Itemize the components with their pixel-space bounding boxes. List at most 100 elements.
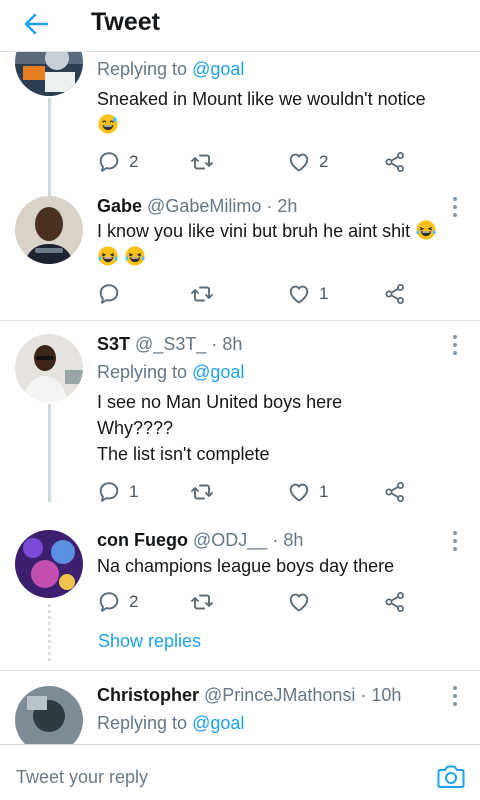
grinning-sweat-emoji	[97, 113, 119, 135]
reply-button[interactable]: 2	[97, 588, 138, 616]
avatar[interactable]	[15, 530, 83, 598]
like-count: 1	[319, 482, 329, 501]
like-button[interactable]: 1	[287, 478, 328, 506]
tweet-header: con Fuego @ODJ__ · 8h	[97, 530, 304, 550]
retweet-icon	[189, 150, 215, 174]
share-icon	[383, 150, 407, 174]
page-title: Tweet	[91, 8, 160, 36]
avatar[interactable]	[15, 196, 83, 264]
mention-link[interactable]: @goal	[192, 362, 244, 382]
author-handle[interactable]: @ODJ__	[193, 530, 267, 550]
more-options-button[interactable]	[448, 529, 462, 553]
reply-bubble-icon	[97, 590, 121, 614]
author-name[interactable]: S3T	[97, 334, 130, 354]
heart-icon	[287, 590, 311, 614]
tweet-header: S3T @_S3T_ · 8h	[97, 334, 243, 354]
retweet-button[interactable]	[189, 588, 215, 616]
tweet-item[interactable]: con Fuego @ODJ__ · 8h Na champions leagu…	[0, 526, 480, 668]
tears-of-joy-emoji	[97, 245, 119, 267]
share-icon	[383, 282, 407, 306]
mention-link[interactable]: @goal	[192, 713, 244, 733]
tweet-text: I know you like vini but bruh he aint sh…	[97, 218, 462, 270]
avatar[interactable]	[15, 52, 83, 96]
top-bar: Tweet	[0, 0, 480, 52]
retweet-icon	[189, 590, 215, 614]
reply-button[interactable]: 1	[97, 478, 138, 506]
author-handle[interactable]: @PrinceJMathonsi	[204, 685, 355, 705]
tweet-item[interactable]: Gabe @GabeMilimo · 2h I know you like vi…	[0, 192, 480, 320]
show-replies-link[interactable]: Show replies	[98, 630, 201, 652]
reply-bubble-icon	[97, 150, 121, 174]
tweet-time: 10h	[371, 685, 402, 705]
retweet-icon	[189, 282, 215, 306]
tweet-actions: 1	[97, 280, 427, 308]
replying-to: Replying to @goal	[97, 59, 245, 79]
more-vertical-icon	[453, 531, 457, 535]
tweet-header: Christopher @PrinceJMathonsi · 10h	[97, 685, 402, 705]
camera-button[interactable]	[436, 763, 466, 791]
more-options-button[interactable]	[448, 684, 462, 708]
like-button[interactable]: 2	[287, 148, 328, 176]
retweet-button[interactable]	[189, 280, 215, 308]
share-icon	[383, 480, 407, 504]
retweet-icon	[189, 480, 215, 504]
like-button[interactable]: 1	[287, 280, 328, 308]
reply-bubble-icon	[97, 480, 121, 504]
tweet-time: 8h	[283, 530, 304, 550]
tweet-item[interactable]: S3T @_S3T_ · 8h Replying to @goal I see …	[0, 328, 480, 506]
author-name[interactable]: con Fuego	[97, 530, 188, 550]
retweet-button[interactable]	[189, 148, 215, 176]
tweet-actions: 2	[97, 588, 427, 616]
tweet-text: Sneaked in Mount like we wouldn't notice	[97, 86, 462, 138]
heart-icon	[287, 480, 311, 504]
author-handle[interactable]: @_S3T_	[135, 334, 206, 354]
tweet-item[interactable]: Christopher @PrinceJMathonsi · 10h Reply…	[0, 682, 480, 744]
more-vertical-icon	[453, 686, 457, 690]
reply-bubble-icon	[97, 282, 121, 306]
author-handle[interactable]: @GabeMilimo	[147, 196, 261, 216]
tweet-text: Na champions league boys day there	[97, 556, 395, 576]
back-button[interactable]	[18, 7, 54, 41]
reply-composer: Tweet your reply	[0, 744, 480, 800]
heart-icon	[287, 282, 311, 306]
tweet-text: I see no Man United boys here Why???? Th…	[97, 392, 343, 464]
camera-icon	[437, 765, 465, 788]
tweet-actions: 2 2	[97, 148, 427, 176]
share-icon	[383, 590, 407, 614]
arrow-left-icon	[24, 13, 49, 35]
like-button[interactable]	[287, 588, 319, 616]
share-button[interactable]	[383, 478, 407, 506]
reply-input[interactable]: Tweet your reply	[16, 767, 148, 788]
tweet-actions: 1 1	[97, 478, 427, 506]
avatar[interactable]	[15, 686, 83, 744]
replying-to: Replying to @goal	[97, 362, 245, 382]
divider	[0, 320, 480, 321]
thread-dots	[48, 604, 51, 664]
share-button[interactable]	[383, 280, 407, 308]
avatar[interactable]	[15, 334, 83, 402]
share-button[interactable]	[383, 148, 407, 176]
replying-to: Replying to @goal	[97, 713, 245, 733]
more-vertical-icon	[453, 197, 457, 201]
more-options-button[interactable]	[448, 333, 462, 357]
reply-button[interactable]	[97, 280, 129, 308]
share-button[interactable]	[383, 588, 407, 616]
tweet-time: 2h	[277, 196, 298, 216]
retweet-button[interactable]	[189, 478, 215, 506]
thread-line	[48, 404, 51, 502]
more-options-button[interactable]	[448, 195, 462, 219]
mention-link[interactable]: @goal	[192, 59, 244, 79]
author-name[interactable]: Christopher	[97, 685, 199, 705]
like-count: 2	[319, 152, 329, 171]
author-name[interactable]: Gabe	[97, 196, 142, 216]
tweet-header: Gabe @GabeMilimo · 2h	[97, 196, 298, 216]
heart-icon	[287, 150, 311, 174]
reply-button[interactable]: 2	[97, 148, 138, 176]
reply-count: 2	[129, 592, 139, 611]
tweet-time: 8h	[222, 334, 243, 354]
reply-feed: Replying to @goal Sneaked in Mount like …	[0, 52, 480, 744]
more-vertical-icon	[453, 335, 457, 339]
divider	[0, 670, 480, 671]
tears-of-joy-emoji	[415, 219, 437, 241]
like-count: 1	[319, 284, 329, 303]
